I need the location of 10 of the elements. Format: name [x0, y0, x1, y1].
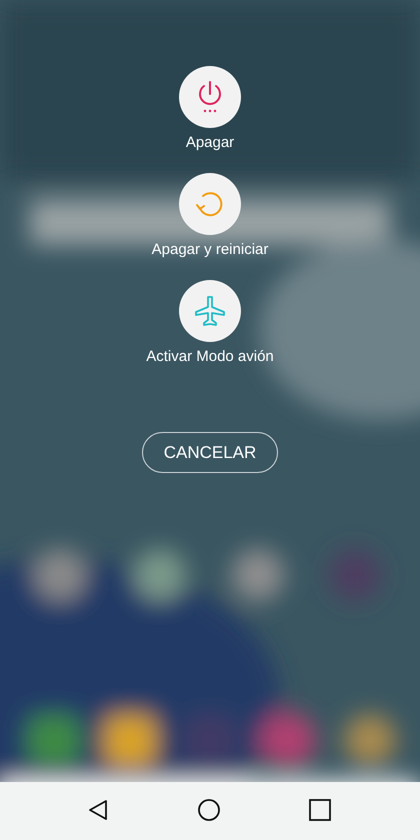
power-option[interactable]: Activar Modo avión: [146, 280, 274, 366]
recents-button[interactable]: [308, 798, 332, 822]
home-icon: [197, 798, 221, 822]
airplane-icon: [193, 294, 227, 328]
recents-icon: [309, 799, 331, 821]
back-button[interactable]: [86, 798, 110, 822]
power-option[interactable]: Apagar y reiniciar: [152, 173, 268, 259]
back-icon: [88, 799, 108, 821]
cancel-button[interactable]: CANCELAR: [142, 432, 278, 473]
home-button[interactable]: [197, 798, 221, 822]
